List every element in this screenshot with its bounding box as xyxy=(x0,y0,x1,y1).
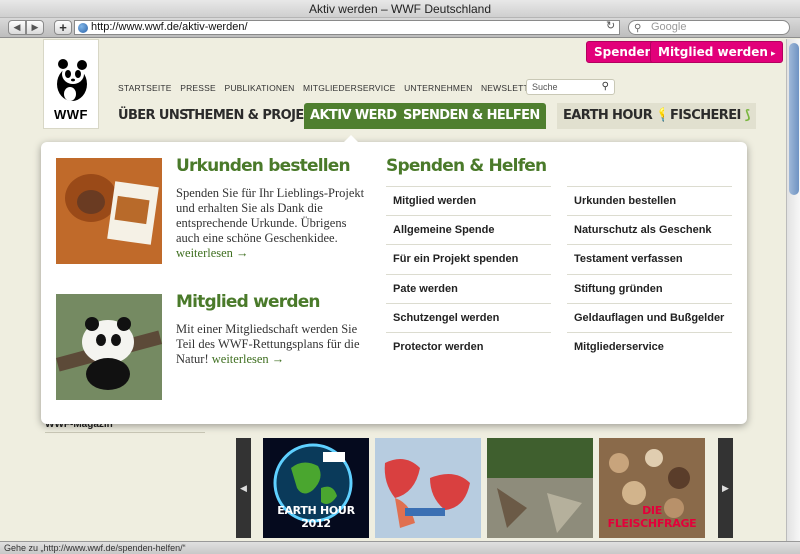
link-list-right: Urkunden bestellen Naturschutz als Gesch… xyxy=(567,186,732,361)
link-pate-werden[interactable]: Pate werden xyxy=(386,273,551,303)
nav-fischerei-label: FISCHEREI xyxy=(670,108,741,123)
read-more-link[interactable]: weiterlesen → xyxy=(176,246,249,260)
link-protector-werden[interactable]: Protector werden xyxy=(386,331,551,361)
dropdown-pointer xyxy=(344,135,358,142)
card-caption: DIE FLEISCHFRAGE xyxy=(607,504,697,530)
link-testament-verfassen[interactable]: Testament verfassen xyxy=(567,244,732,273)
add-bookmark-button[interactable]: + xyxy=(54,20,72,35)
search-placeholder: Google xyxy=(651,21,687,33)
link-naturschutz-geschenk[interactable]: Naturschutz als Geschenk xyxy=(567,215,732,244)
mega-menu-dropdown: Urkunden bestellen Spenden Sie für Ihr L… xyxy=(41,135,747,424)
meta-nav-mitgliederservice[interactable]: MITGLIEDERSERVICE xyxy=(303,83,396,93)
feature-text-urkunden: Spenden Sie für Ihr Lieblings-Projekt un… xyxy=(176,186,366,261)
feature-title-mitglied[interactable]: Mitglied werden xyxy=(176,292,321,312)
carousel-next-button[interactable]: ▶ xyxy=(718,438,733,538)
browser-toolbar: ◀ ▶ + http://www.wwf.de/aktiv-werden/ ↻ … xyxy=(0,18,800,38)
meta-navigation: STARTSEITE PRESSE PUBLIKATIONEN MITGLIED… xyxy=(118,83,547,93)
map-image xyxy=(375,438,481,538)
link-projekt-spenden[interactable]: Für ein Projekt spenden xyxy=(386,244,551,273)
link-schutzengel-werden[interactable]: Schutzengel werden xyxy=(386,302,551,332)
link-allgemeine-spende[interactable]: Allgemeine Spende xyxy=(386,215,551,244)
link-geldauflagen-bussgelder[interactable]: Geldauflagen und Bußgelder xyxy=(567,302,732,332)
become-member-button-label: Mitglied werden xyxy=(658,45,768,59)
orangutan-image[interactable] xyxy=(56,158,162,264)
link-mitgliederservice[interactable]: Mitgliederservice xyxy=(567,331,732,361)
fishhook-icon: ⟆ xyxy=(744,108,751,123)
carousel-card-forest[interactable] xyxy=(487,438,593,538)
carousel-card-cattle[interactable]: DIE FLEISCHFRAGE xyxy=(599,438,705,538)
carousel-prev-button[interactable]: ◀ xyxy=(236,438,251,538)
nav-spenden-helfen[interactable]: SPENDEN & HELFEN xyxy=(397,103,546,129)
feature-text-mitglied: Mit einer Mitgliedschaft werden Sie Teil… xyxy=(176,322,366,367)
carousel-card-map[interactable] xyxy=(375,438,481,538)
donate-button-label: Spenden xyxy=(594,45,654,59)
meta-nav-startseite[interactable]: STARTSEITE xyxy=(118,83,172,93)
site-search-placeholder: Suche xyxy=(532,82,558,92)
card-caption: EARTH HOUR 2012 xyxy=(277,504,355,530)
browser-search-field[interactable]: ⚲ Google xyxy=(628,20,790,35)
read-more-link[interactable]: weiterlesen → xyxy=(212,352,285,366)
nav-fischerei[interactable]: FISCHEREI ⟆ xyxy=(664,103,756,129)
panda-icon xyxy=(57,59,87,101)
meta-nav-unternehmen[interactable]: UNTERNEHMEN xyxy=(404,83,472,93)
nav-earth-hour[interactable]: EARTH HOUR 💡 xyxy=(557,103,678,129)
wwf-logo[interactable]: WWF xyxy=(43,39,99,129)
back-icon[interactable]: ◀ xyxy=(8,20,26,35)
link-list-left: Mitglied werden Allgemeine Spende Für ei… xyxy=(386,186,551,361)
chevron-right-icon: ▸ xyxy=(770,49,776,59)
link-mitglied-werden[interactable]: Mitglied werden xyxy=(386,186,551,215)
nav-ueber-uns[interactable]: ÜBER UNS xyxy=(118,103,188,129)
nav-earth-hour-label: EARTH HOUR xyxy=(563,108,653,123)
web-page: WWF Spenden ▸ Mitglied werden▸ STARTSEITE… xyxy=(0,39,786,541)
link-urkunden-bestellen[interactable]: Urkunden bestellen xyxy=(567,186,732,215)
link-stiftung-gruenden[interactable]: Stiftung gründen xyxy=(567,273,732,303)
search-icon: ⚲ xyxy=(634,23,642,34)
column-title[interactable]: Spenden & Helfen xyxy=(386,156,547,176)
panda-image[interactable] xyxy=(56,294,162,400)
url-text: http://www.wwf.de/aktiv-werden/ xyxy=(91,21,248,33)
meta-nav-presse[interactable]: PRESSE xyxy=(180,83,216,93)
feature-title-urkunden[interactable]: Urkunden bestellen xyxy=(176,156,351,176)
status-bar: Gehe zu „http://www.wwf.de/spenden-helfe… xyxy=(0,541,800,554)
teaser-carousel: ◀ EARTH HOUR 2012 DIE FLEISCHFRAGE ▶ xyxy=(236,438,734,538)
scrollbar-thumb[interactable] xyxy=(789,43,799,195)
panda-picture xyxy=(56,294,162,400)
logo-text: WWF xyxy=(54,107,88,122)
feature-body: Spenden Sie für Ihr Lieblings-Projekt un… xyxy=(176,186,365,245)
meta-nav-publikationen[interactable]: PUBLIKATIONEN xyxy=(224,83,294,93)
window-title: Aktiv werden – WWF Deutschland xyxy=(0,0,800,18)
site-search-input[interactable]: Suche ⚲ xyxy=(526,79,615,95)
site-icon xyxy=(78,23,88,33)
forward-icon[interactable]: ▶ xyxy=(26,20,44,35)
forest-image xyxy=(487,438,593,538)
reload-icon[interactable]: ↻ xyxy=(606,19,615,32)
become-member-button[interactable]: Mitglied werden ▸ xyxy=(650,41,784,63)
vertical-scrollbar[interactable] xyxy=(786,39,800,541)
orangutan-picture xyxy=(56,158,162,264)
carousel-card-earth-hour[interactable]: EARTH HOUR 2012 xyxy=(263,438,369,538)
address-bar[interactable]: http://www.wwf.de/aktiv-werden/ xyxy=(74,20,620,35)
search-icon[interactable]: ⚲ xyxy=(602,80,609,94)
